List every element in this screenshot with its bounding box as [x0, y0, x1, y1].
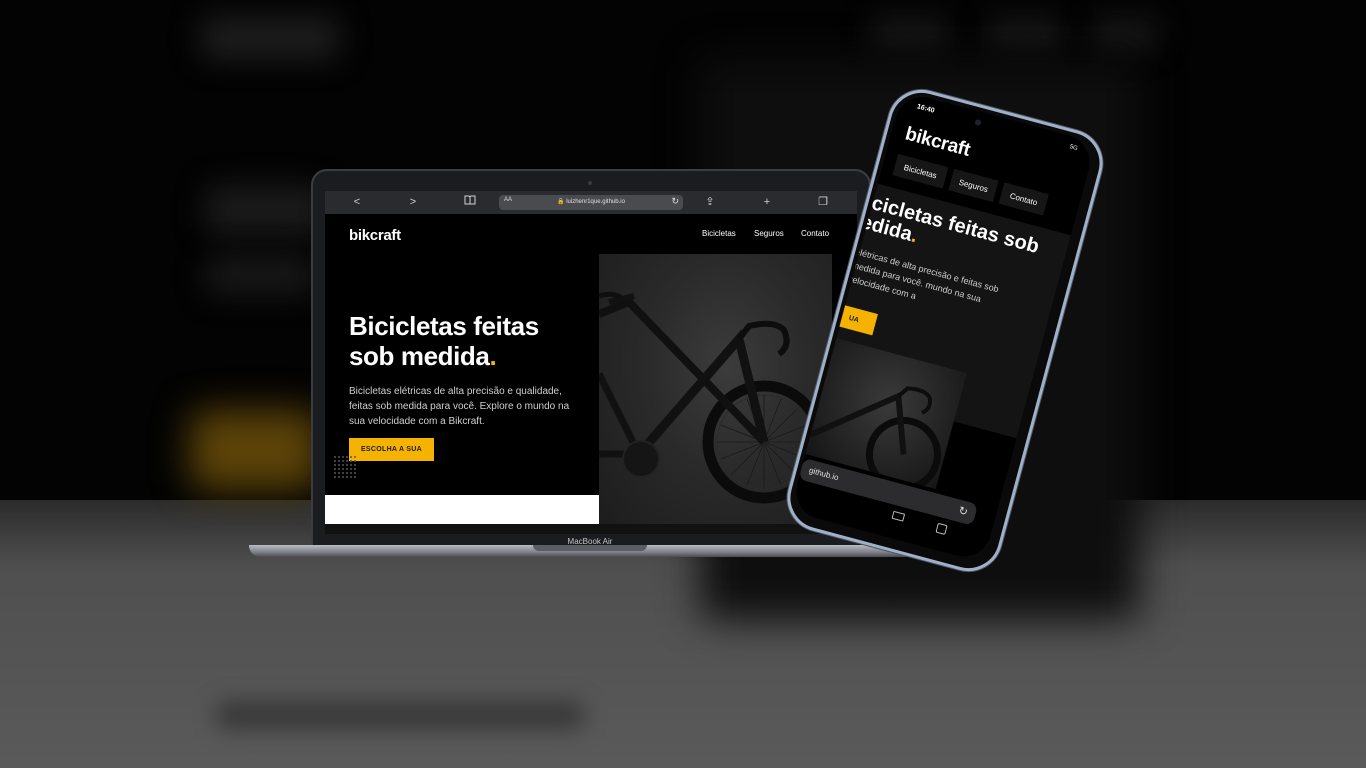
url-text: 🔒 luizhenr1que.github.io	[557, 199, 625, 205]
share-icon[interactable]: ⇪	[703, 195, 717, 209]
phone-time: 16:40	[916, 103, 936, 115]
phone-book-icon[interactable]	[891, 510, 906, 522]
phone-signal-status: 5G	[1068, 144, 1079, 153]
hero-title-text: Bicicletas feitas sob medida	[349, 311, 539, 371]
laptop-camera	[588, 181, 592, 185]
phone-tabs-icon[interactable]	[935, 522, 948, 535]
book-icon[interactable]	[463, 195, 477, 209]
phone-tab-seguros[interactable]: Seguros	[948, 168, 999, 203]
url-bar[interactable]: AA 🔒 luizhenr1que.github.io ↻	[499, 195, 683, 210]
hero-title: Bicicletas feitas sob medida.	[349, 311, 589, 371]
nav-bicicletas[interactable]: Bicicletas	[702, 229, 736, 238]
phone-site-logo[interactable]: bikcraft	[903, 123, 972, 161]
nav-seguros[interactable]: Seguros	[754, 229, 784, 238]
browser-toolbar: < > AA 🔒 luizhenr1que.github.io ↻ ⇪ + ❐	[325, 191, 857, 214]
choose-yours-button[interactable]: ESCOLHA A SUA	[349, 438, 434, 461]
tabs-icon[interactable]: ❐	[816, 195, 830, 209]
site-logo[interactable]: bikcraft	[349, 227, 401, 244]
laptop-screen: < > AA 🔒 luizhenr1que.github.io ↻ ⇪ + ❐ …	[325, 191, 857, 534]
new-tab-icon[interactable]: +	[760, 195, 774, 209]
forward-icon[interactable]: >	[406, 195, 420, 209]
dot-pattern	[333, 455, 357, 479]
white-band-left	[325, 495, 599, 524]
hero-title-dot: .	[489, 341, 497, 371]
back-icon[interactable]: <	[350, 195, 364, 209]
nav-contato[interactable]: Contato	[801, 229, 829, 238]
laptop-model-label: MacBook Air	[567, 537, 613, 546]
phone-tab-contato[interactable]: Contato	[998, 182, 1049, 216]
phone-reload-icon[interactable]: ↻	[957, 504, 969, 519]
hero-description: Bicicletas elétricas de alta precisão e …	[349, 386, 570, 427]
phone-tab-bicicletas[interactable]: Bicicletas	[892, 153, 949, 189]
reload-icon[interactable]: ↻	[671, 196, 679, 207]
phone-url-text: github.io	[808, 465, 840, 483]
